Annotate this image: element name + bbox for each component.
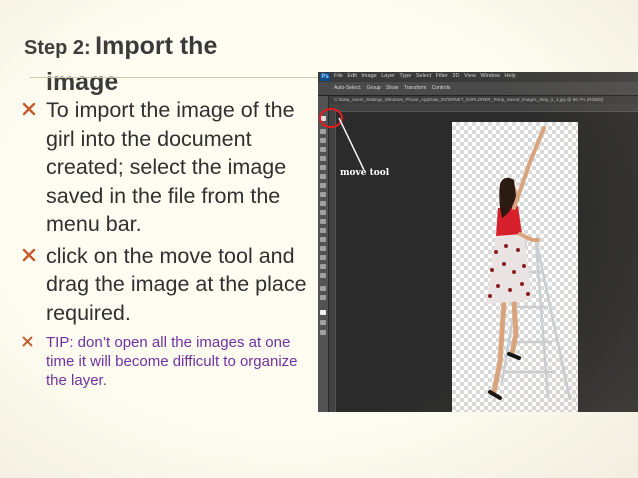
ps-document-canvas bbox=[452, 122, 578, 412]
callout-label: move tool bbox=[340, 168, 390, 178]
bullet-item: click on the move tool and drag the imag… bbox=[20, 242, 310, 328]
tip-text: TIP: don’t open all the images at one ti… bbox=[46, 334, 298, 389]
bullet-item: To import the image of the girl into the… bbox=[20, 96, 310, 239]
title-main-line2: image bbox=[46, 68, 119, 96]
bullet-text: To import the image of the girl into the… bbox=[46, 98, 295, 236]
title-step: Step 2: bbox=[24, 37, 91, 59]
slide-title: Step 2: Import the image bbox=[24, 30, 304, 98]
bullet-list: To import the image of the girl into the… bbox=[20, 96, 310, 390]
tip-item: TIP: don’t open all the images at one ti… bbox=[20, 333, 310, 390]
x-bullet-icon bbox=[22, 102, 36, 116]
x-bullet-icon bbox=[22, 336, 33, 347]
bullet-text: click on the move tool and drag the imag… bbox=[46, 243, 307, 325]
x-bullet-icon bbox=[22, 248, 36, 261]
girl-on-ladder-image bbox=[486, 126, 572, 401]
slide: Step 2: Import the image To import the i… bbox=[0, 0, 638, 478]
photoshop-screenshot: Ps File Edit Image Layer Type Select Fil… bbox=[318, 72, 638, 412]
title-main: Import the bbox=[95, 32, 218, 60]
